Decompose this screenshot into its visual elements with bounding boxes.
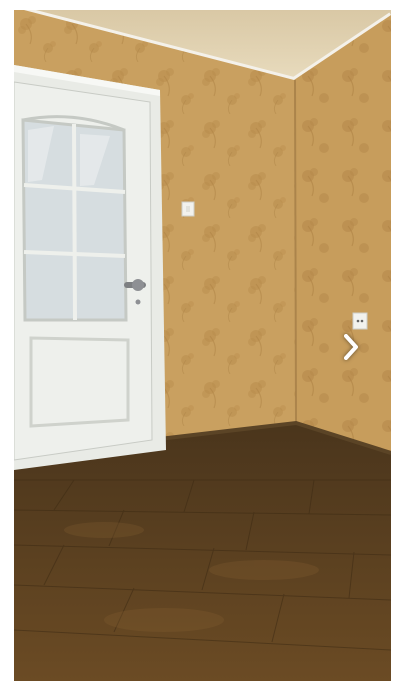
photo-viewer: [0, 0, 403, 699]
chevron-right-icon: [344, 334, 358, 360]
next-photo-button[interactable]: [334, 327, 368, 367]
